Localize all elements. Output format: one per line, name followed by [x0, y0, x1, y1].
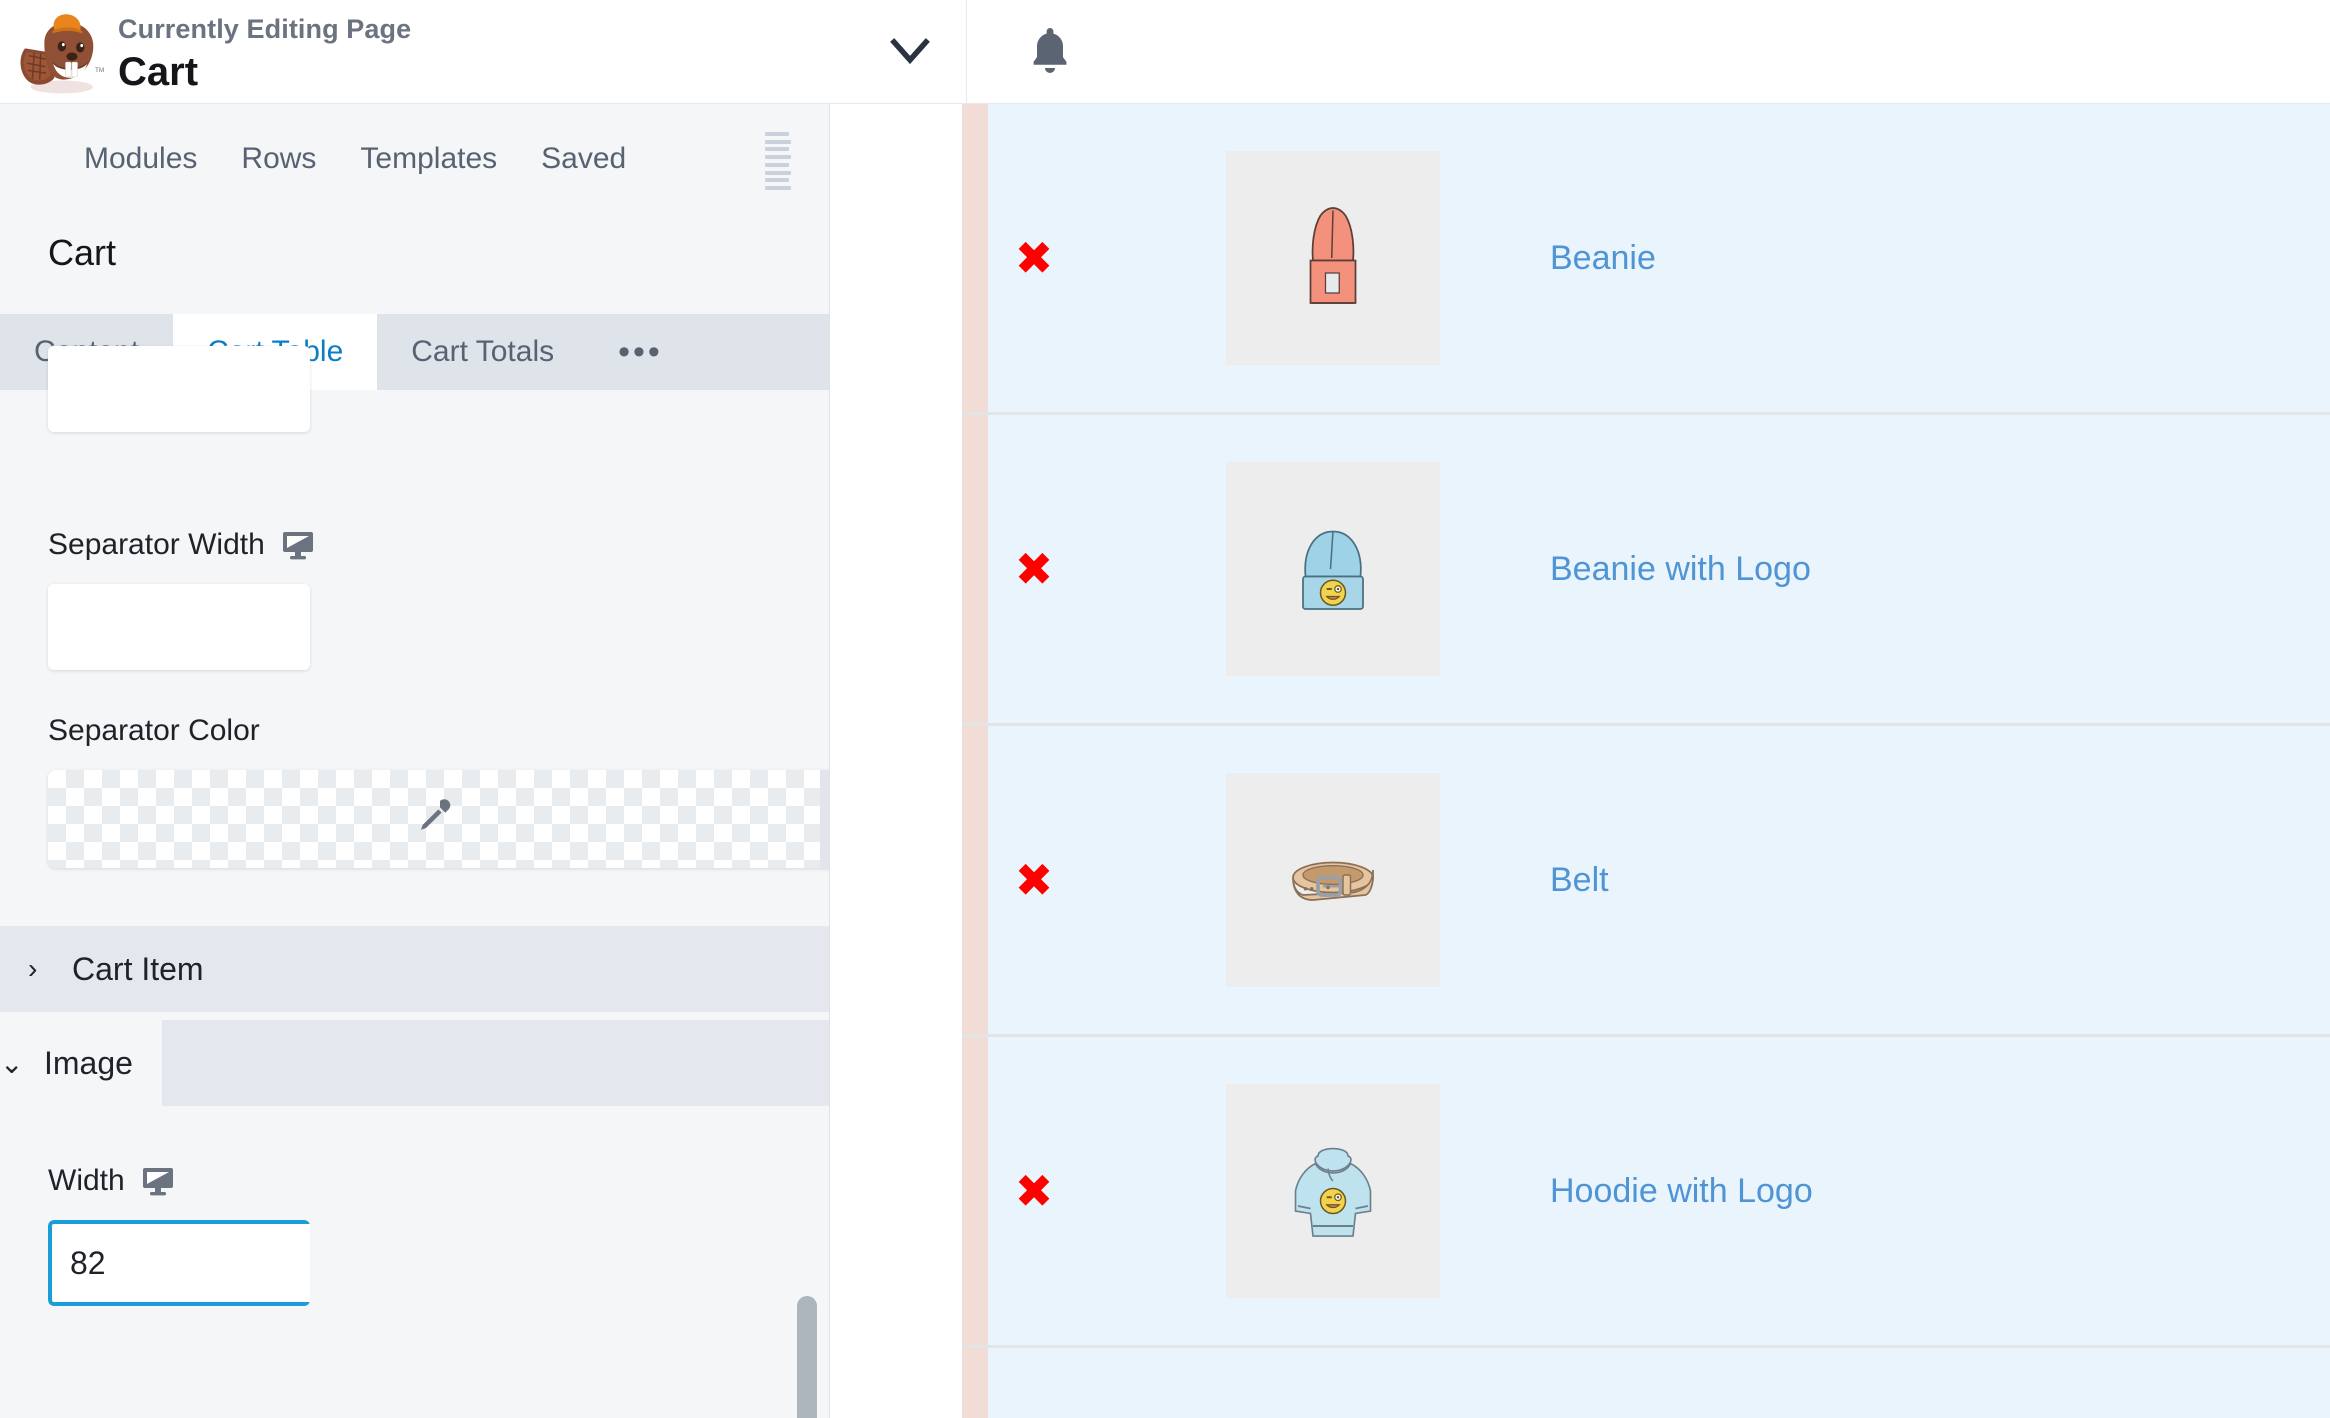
chevron-right-icon: › — [28, 953, 38, 984]
nav-item-templates[interactable]: Templates — [338, 142, 519, 176]
cart-name-cell: Hoodie with Logo — [1550, 1172, 2330, 1211]
close-icon[interactable]: ✖ — [1015, 857, 1054, 903]
separator-width-field: Separator Width px — [0, 390, 829, 670]
cart-remove-cell: ✖ — [962, 235, 1080, 281]
clipped-field-input-group[interactable]: px — [48, 346, 310, 432]
cart-thumb-cell — [1080, 151, 1550, 365]
panel-nav: Modules Rows Templates Saved — [0, 104, 829, 214]
cart-thumb-cell — [1080, 773, 1550, 987]
image-width-label-row: Width — [48, 1164, 829, 1198]
monitor-icon[interactable] — [141, 1166, 175, 1196]
chevron-down-icon: ⌄ — [0, 1047, 24, 1079]
nav-item-modules[interactable]: Modules — [62, 142, 219, 176]
editing-page-title-block: Currently Editing Page Cart — [118, 12, 411, 96]
svg-text:TM: TM — [95, 67, 104, 74]
drag-handle-icon[interactable] — [765, 132, 793, 190]
section-cart-item-label: Cart Item — [72, 950, 204, 987]
image-width-field: Width px — [0, 1106, 829, 1306]
panel-scrollbar[interactable] — [797, 1296, 817, 1418]
nav-item-rows[interactable]: Rows — [219, 142, 338, 176]
clipped-unit-field: px — [48, 346, 310, 432]
product-link[interactable]: Beanie — [1550, 239, 1656, 277]
cart-remove-cell: ✖ — [962, 1168, 1080, 1214]
monitor-icon[interactable] — [281, 530, 315, 560]
beanie-coral-image[interactable] — [1226, 151, 1440, 365]
beanie-blue-logo-image[interactable] — [1226, 462, 1440, 676]
close-icon[interactable]: ✖ — [1015, 546, 1054, 592]
separator-color-field: Separator Color — [0, 670, 829, 868]
panel-preview-gap — [831, 104, 962, 1418]
section-image[interactable]: ⌄ Image — [0, 1020, 829, 1106]
page-editor-app: TM Currently Editing Page Cart Modules R… — [0, 0, 2330, 1418]
belt-tan-image[interactable] — [1226, 773, 1440, 987]
eyedropper-icon[interactable] — [412, 795, 456, 844]
bell-icon[interactable] — [1022, 22, 1078, 82]
image-width-label: Width — [48, 1164, 125, 1197]
separator-color-label: Separator Color — [48, 714, 260, 747]
cart-thumb-cell — [1080, 462, 1550, 676]
separator-width-label-row: Separator Width — [48, 528, 829, 562]
editor-topbar: TM Currently Editing Page Cart — [0, 0, 2330, 104]
tab-more-options[interactable]: ••• — [588, 314, 693, 390]
hoodie-blue-logo-image[interactable] — [1226, 1084, 1440, 1298]
cart-name-cell: Belt — [1550, 861, 2330, 900]
cart-thumb-cell — [1080, 1084, 1550, 1298]
image-width-input[interactable] — [48, 1220, 310, 1306]
separator-color-label-row: Separator Color — [48, 714, 829, 748]
cart-preview: ✖ Beanie ✖ Beanie with Logo ✖ Belt ✖ Hoo… — [962, 104, 2330, 1418]
table-row — [962, 1348, 2330, 1418]
cart-name-cell: Beanie — [1550, 239, 2330, 278]
close-icon[interactable]: ✖ — [1015, 235, 1054, 281]
editing-page-subtitle: Currently Editing Page — [118, 14, 412, 44]
clear-color-button[interactable] — [820, 770, 829, 868]
nav-item-saved[interactable]: Saved — [519, 142, 648, 176]
cart-remove-cell: ✖ — [962, 857, 1080, 903]
section-cart-item[interactable]: › Cart Item — [0, 926, 829, 1012]
module-settings-panel: Modules Rows Templates Saved Cart Conten… — [0, 104, 830, 1418]
table-row: ✖ Beanie — [962, 104, 2330, 415]
module-title: Cart — [0, 214, 829, 314]
topbar-divider — [966, 0, 967, 104]
separator-width-input-group[interactable]: px — [48, 584, 310, 670]
settings-fields: px Separator Width — [0, 346, 829, 1418]
cart-thumb-cell — [1080, 1288, 1550, 1418]
table-row: ✖ Belt — [962, 726, 2330, 1037]
cart-name-cell: Beanie with Logo — [1550, 550, 2330, 589]
table-row: ✖ Beanie with Logo — [962, 415, 2330, 726]
separator-width-input[interactable] — [48, 584, 310, 670]
clipped-field-input[interactable] — [48, 346, 310, 432]
product-link[interactable]: Hoodie with Logo — [1550, 1172, 1813, 1210]
image-width-input-group[interactable]: px — [48, 1220, 310, 1306]
close-icon[interactable]: ✖ — [1015, 1168, 1054, 1214]
page-title: Cart — [118, 50, 199, 94]
color-swatch[interactable] — [48, 770, 820, 868]
separator-width-label: Separator Width — [48, 528, 265, 561]
beaver-logo-icon[interactable]: TM — [14, 6, 106, 98]
product-link[interactable]: Beanie with Logo — [1550, 550, 1811, 588]
product-link[interactable]: Belt — [1550, 861, 1609, 899]
section-image-label: Image — [44, 1044, 133, 1081]
separator-color-picker[interactable] — [48, 770, 829, 868]
chevron-down-icon[interactable] — [880, 24, 940, 80]
tab-cart-totals[interactable]: Cart Totals — [377, 314, 588, 390]
cart-remove-cell: ✖ — [962, 546, 1080, 592]
